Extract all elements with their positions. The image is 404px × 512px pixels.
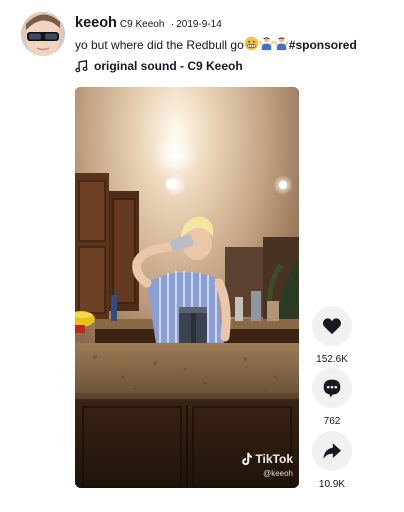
caption-emojis	[244, 36, 289, 51]
caption-text: yo but where did the Redbull go	[75, 38, 244, 52]
post-date: 2019-9-14	[176, 19, 222, 30]
share-button[interactable]	[312, 431, 352, 471]
watermark-brand: TikTok	[255, 452, 293, 466]
comment-button[interactable]	[312, 368, 352, 408]
author-username[interactable]: keeoh	[75, 15, 117, 31]
author-line: keeoh C9 Keeoh · 2019-9-14	[75, 14, 222, 33]
hashtag-link[interactable]: #sponsored	[289, 38, 357, 52]
avatar[interactable]	[21, 12, 65, 56]
share-action: 10.9K	[312, 431, 352, 490]
music-note-icon	[75, 59, 88, 72]
separator-dot: ·	[170, 19, 175, 30]
share-arrow-icon	[323, 443, 341, 459]
watermark-username: @keeoh	[263, 469, 293, 478]
watermark-brand-row: TikTok	[240, 452, 293, 466]
tiktok-watermark: TikTok @keeoh	[240, 452, 293, 478]
video-frame	[75, 87, 299, 488]
share-count: 10.9K	[318, 479, 346, 490]
video-player[interactable]: TikTok @keeoh	[75, 87, 299, 488]
sound-link[interactable]: original sound - C9 Keeoh	[75, 58, 243, 74]
person-shrugging-emoji-icon	[273, 37, 289, 51]
video-caption: yo but where did the Redbull go #sponsor…	[75, 36, 357, 53]
grimace-face-emoji-icon	[244, 36, 259, 51]
heart-icon	[322, 318, 342, 335]
author-nickname[interactable]: C9 Keeoh	[120, 19, 164, 30]
tiktok-post: keeoh C9 Keeoh · 2019-9-14 yo but where di…	[0, 0, 404, 512]
sound-label: original sound - C9 Keeoh	[94, 59, 243, 73]
comment-count: 762	[323, 416, 341, 427]
avatar-image	[21, 12, 65, 56]
person-shrugging-emoji-icon	[258, 37, 274, 51]
comment-bubble-icon	[323, 379, 341, 397]
like-count: 152.6K	[316, 354, 348, 365]
like-action: 152.6K	[312, 306, 352, 365]
comment-action: 762	[312, 368, 352, 427]
tiktok-logo-icon	[242, 452, 253, 466]
like-button[interactable]	[312, 306, 352, 346]
